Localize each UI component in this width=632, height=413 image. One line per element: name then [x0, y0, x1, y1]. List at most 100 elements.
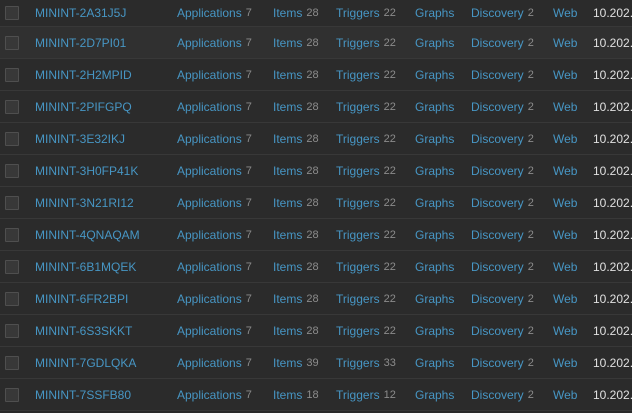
discovery-link[interactable]: Discovery [471, 356, 524, 370]
applications-link[interactable]: Applications [177, 132, 242, 146]
host-name-link[interactable]: MININT-7GDLQKA [35, 356, 136, 370]
triggers-link[interactable]: Triggers [336, 260, 380, 274]
host-name-link[interactable]: MININT-2H2MPID [35, 68, 132, 82]
items-link[interactable]: Items [273, 164, 302, 178]
discovery-link[interactable]: Discovery [471, 228, 524, 242]
row-checkbox[interactable] [5, 163, 19, 178]
table-row[interactable]: MININT-2H2MPID Applications 7 Items 28 T… [0, 59, 632, 91]
host-name-link[interactable]: MININT-3N21RI12 [35, 196, 134, 210]
host-name-link[interactable]: MININT-6S3SKKT [35, 324, 132, 338]
row-checkbox[interactable] [5, 323, 19, 338]
items-link[interactable]: Items [273, 68, 302, 82]
discovery-link[interactable]: Discovery [471, 68, 524, 82]
discovery-link[interactable]: Discovery [471, 324, 524, 338]
triggers-link[interactable]: Triggers [336, 6, 380, 20]
web-link[interactable]: Web [553, 68, 577, 82]
table-row[interactable]: MININT-6B1MQEK Applications 7 Items 28 T… [0, 251, 632, 283]
triggers-link[interactable]: Triggers [336, 132, 380, 146]
graphs-link[interactable]: Graphs [415, 388, 454, 402]
applications-link[interactable]: Applications [177, 6, 242, 20]
web-link[interactable]: Web [553, 292, 577, 306]
row-checkbox[interactable] [5, 35, 19, 50]
row-checkbox[interactable] [5, 195, 19, 210]
web-link[interactable]: Web [553, 164, 577, 178]
table-row[interactable]: MININT-7SSFB80 Applications 7 Items 18 T… [0, 379, 632, 411]
graphs-link[interactable]: Graphs [415, 100, 454, 114]
discovery-link[interactable]: Discovery [471, 388, 524, 402]
host-name-link[interactable]: MININT-4QNAQAM [35, 228, 140, 242]
row-checkbox[interactable] [5, 131, 19, 146]
items-link[interactable]: Items [273, 100, 302, 114]
row-checkbox[interactable] [5, 99, 19, 114]
applications-link[interactable]: Applications [177, 292, 242, 306]
graphs-link[interactable]: Graphs [415, 164, 454, 178]
applications-link[interactable]: Applications [177, 324, 242, 338]
host-name-link[interactable]: MININT-3H0FP41K [35, 164, 138, 178]
web-link[interactable]: Web [553, 324, 577, 338]
host-name-link[interactable]: MININT-2D7PI01 [35, 36, 126, 50]
triggers-link[interactable]: Triggers [336, 228, 380, 242]
graphs-link[interactable]: Graphs [415, 260, 454, 274]
triggers-link[interactable]: Triggers [336, 356, 380, 370]
graphs-link[interactable]: Graphs [415, 356, 454, 370]
row-checkbox[interactable] [5, 355, 19, 370]
table-row[interactable]: MININT-6FR2BPI Applications 7 Items 28 T… [0, 283, 632, 315]
graphs-link[interactable]: Graphs [415, 228, 454, 242]
host-name-link[interactable]: MININT-2PIFGPQ [35, 100, 132, 114]
discovery-link[interactable]: Discovery [471, 292, 524, 306]
triggers-link[interactable]: Triggers [336, 292, 380, 306]
graphs-link[interactable]: Graphs [415, 132, 454, 146]
graphs-link[interactable]: Graphs [415, 36, 454, 50]
web-link[interactable]: Web [553, 260, 577, 274]
row-checkbox[interactable] [5, 387, 19, 402]
table-row[interactable]: MININT-3H0FP41K Applications 7 Items 28 … [0, 155, 632, 187]
discovery-link[interactable]: Discovery [471, 164, 524, 178]
row-checkbox[interactable] [5, 227, 19, 242]
table-row[interactable]: MININT-7GDLQKA Applications 7 Items 39 T… [0, 347, 632, 379]
discovery-link[interactable]: Discovery [471, 100, 524, 114]
graphs-link[interactable]: Graphs [415, 68, 454, 82]
items-link[interactable]: Items [273, 388, 302, 402]
applications-link[interactable]: Applications [177, 68, 242, 82]
discovery-link[interactable]: Discovery [471, 132, 524, 146]
applications-link[interactable]: Applications [177, 100, 242, 114]
applications-link[interactable]: Applications [177, 388, 242, 402]
graphs-link[interactable]: Graphs [415, 6, 454, 20]
applications-link[interactable]: Applications [177, 356, 242, 370]
table-row[interactable]: MININT-3E32IKJ Applications 7 Items 28 T… [0, 123, 632, 155]
triggers-link[interactable]: Triggers [336, 196, 380, 210]
web-link[interactable]: Web [553, 6, 577, 20]
web-link[interactable]: Web [553, 132, 577, 146]
items-link[interactable]: Items [273, 292, 302, 306]
discovery-link[interactable]: Discovery [471, 36, 524, 50]
items-link[interactable]: Items [273, 324, 302, 338]
applications-link[interactable]: Applications [177, 260, 242, 274]
applications-link[interactable]: Applications [177, 228, 242, 242]
applications-link[interactable]: Applications [177, 196, 242, 210]
triggers-link[interactable]: Triggers [336, 324, 380, 338]
table-row[interactable]: MININT-2A31J5J Applications 7 Items 28 T… [0, 0, 632, 27]
table-row[interactable]: MININT-3N21RI12 Applications 7 Items 28 … [0, 187, 632, 219]
triggers-link[interactable]: Triggers [336, 36, 380, 50]
table-row[interactable]: MININT-2D7PI01 Applications 7 Items 28 T… [0, 27, 632, 59]
items-link[interactable]: Items [273, 132, 302, 146]
discovery-link[interactable]: Discovery [471, 260, 524, 274]
table-row[interactable]: MININT-6S3SKKT Applications 7 Items 28 T… [0, 315, 632, 347]
row-checkbox[interactable] [5, 291, 19, 306]
discovery-link[interactable]: Discovery [471, 196, 524, 210]
items-link[interactable]: Items [273, 196, 302, 210]
web-link[interactable]: Web [553, 196, 577, 210]
triggers-link[interactable]: Triggers [336, 68, 380, 82]
web-link[interactable]: Web [553, 36, 577, 50]
row-checkbox[interactable] [5, 6, 19, 20]
discovery-link[interactable]: Discovery [471, 6, 524, 20]
items-link[interactable]: Items [273, 260, 302, 274]
web-link[interactable]: Web [553, 356, 577, 370]
items-link[interactable]: Items [273, 6, 302, 20]
host-name-link[interactable]: MININT-3E32IKJ [35, 132, 125, 146]
host-name-link[interactable]: MININT-6B1MQEK [35, 260, 136, 274]
items-link[interactable]: Items [273, 356, 302, 370]
triggers-link[interactable]: Triggers [336, 388, 380, 402]
web-link[interactable]: Web [553, 228, 577, 242]
host-name-link[interactable]: MININT-6FR2BPI [35, 292, 128, 306]
